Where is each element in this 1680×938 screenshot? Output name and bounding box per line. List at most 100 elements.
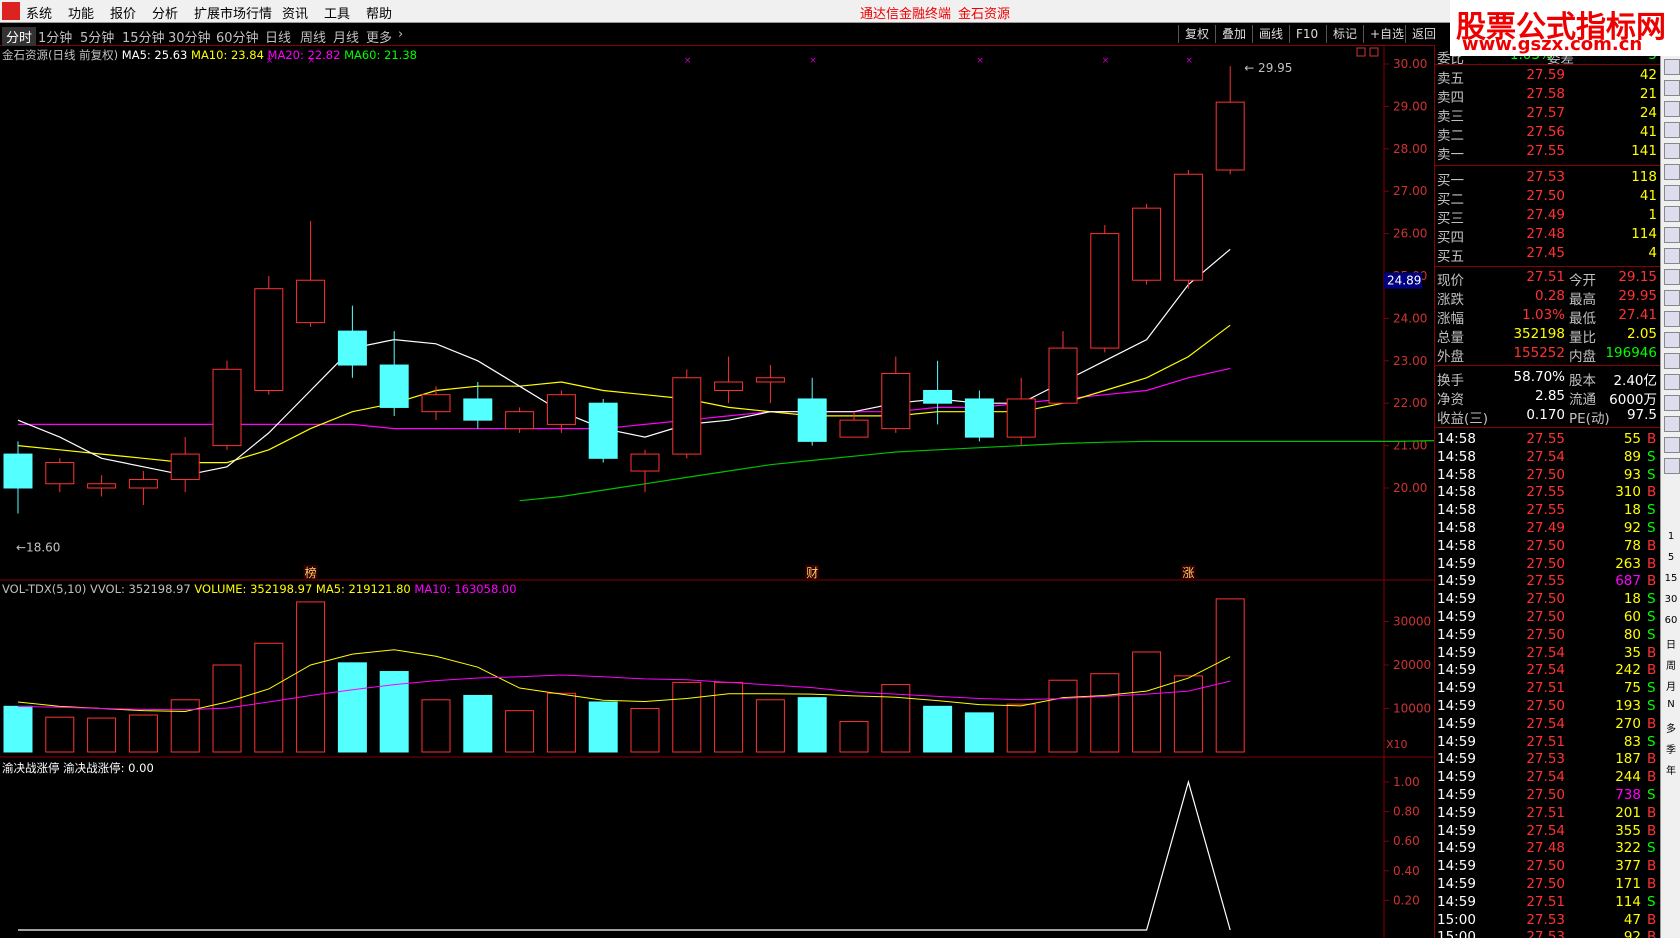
toolbar-tool-icon[interactable] [1664, 269, 1680, 285]
toolbar-tool-icon[interactable] [1664, 458, 1680, 474]
candle-body [964, 398, 994, 438]
toolbar-tool-icon[interactable] [1664, 416, 1680, 432]
toolbar-tool-icon[interactable] [1664, 395, 1680, 411]
sell-price: 27.59 [1526, 67, 1565, 83]
volume-bar [254, 642, 284, 753]
toolbar-tool-icon[interactable] [1664, 290, 1680, 306]
toolbar-tool-icon[interactable] [1664, 311, 1680, 327]
mark-button[interactable]: 标记 [1326, 25, 1363, 43]
price-tick-label: 22.00 [1393, 396, 1427, 410]
tab-5min[interactable]: 5分钟 [80, 27, 114, 46]
tick-row: 14:59 27.51 201 B [1435, 805, 1661, 823]
fund-value-2: 97.5 [1626, 407, 1657, 423]
toolbar-tool-icon[interactable] [1664, 164, 1680, 180]
tick-row: 14:59 27.54 242 B [1435, 662, 1661, 680]
tab-60min[interactable]: 60分钟 [216, 27, 259, 46]
ind-tick-label: 0.40 [1393, 864, 1420, 878]
tick-side: S [1647, 733, 1656, 750]
draw-button[interactable]: 画线 [1252, 25, 1289, 43]
f10-button[interactable]: F10 [1289, 25, 1324, 43]
tick-time: 14:59 [1437, 733, 1476, 750]
tab-30min[interactable]: 30分钟 [168, 27, 211, 46]
tick-volume: 322 [1615, 840, 1641, 857]
candle-body [254, 288, 284, 391]
toolbar-tool-icon[interactable] [1664, 353, 1680, 369]
add-watchlist-button[interactable]: +自选 [1363, 25, 1410, 43]
tick-volume: 75 [1623, 680, 1641, 697]
tab-15min[interactable]: 15分钟 [122, 27, 165, 46]
panel-divider [1435, 365, 1661, 366]
more-chevron-icon[interactable]: › [398, 27, 403, 42]
stat-value: 155252 [1513, 345, 1565, 361]
tick-volume: 18 [1623, 502, 1641, 519]
menu-help[interactable]: 帮助 [366, 3, 392, 22]
tick-time: 14:59 [1437, 698, 1476, 714]
toolbar-tool-icon[interactable] [1664, 374, 1680, 390]
ma10-line [17, 324, 1231, 464]
period-shortcut-icon[interactable]: 60 [1664, 615, 1678, 626]
toolbar-tool-icon[interactable] [1664, 437, 1680, 453]
toolbar-tool-icon[interactable] [1664, 101, 1680, 117]
period-shortcut-icon[interactable]: 季 [1664, 741, 1678, 756]
tab-weekly[interactable]: 周线 [300, 27, 326, 46]
tab-monthly[interactable]: 月线 [333, 27, 359, 46]
period-shortcut-icon[interactable]: 多 [1664, 720, 1678, 735]
vol-tick-label: 30000 [1393, 615, 1431, 629]
tick-row: 15:00 27.53 47 B [1435, 912, 1661, 930]
indicator-value: 渝决战涨停: 0.00 [63, 761, 154, 775]
tick-side: B [1647, 804, 1657, 821]
tick-row: 14:58 27.50 78 B [1435, 538, 1661, 556]
tick-time: 14:59 [1437, 769, 1476, 786]
toolbar-tool-icon[interactable] [1664, 59, 1680, 75]
menu-system[interactable]: 系统 [26, 3, 52, 22]
toolbar-tool-icon[interactable] [1664, 122, 1680, 138]
fund-value-2: 6000万 [1609, 392, 1657, 408]
tab-1min[interactable]: 1分钟 [38, 27, 72, 46]
menu-news[interactable]: 资讯 [282, 3, 308, 22]
tab-timeshare[interactable]: 分时 [2, 27, 37, 46]
tick-time: 14:58 [1437, 466, 1476, 483]
period-shortcut-icon[interactable]: 30 [1664, 594, 1678, 605]
price-tick-label: 26.00 [1393, 227, 1427, 241]
menu-function[interactable]: 功能 [68, 3, 94, 22]
tick-side: S [1647, 591, 1656, 608]
tick-price: 27.51 [1526, 804, 1565, 821]
tab-more[interactable]: 更多 [366, 27, 392, 46]
toolbar-tool-icon[interactable] [1664, 248, 1680, 264]
period-shortcut-icon[interactable]: 15 [1664, 573, 1678, 584]
kline-chart[interactable]: 30.0029.0028.0027.0026.0025.0024.0023.00… [0, 45, 1434, 938]
toolbar-tool-icon[interactable] [1664, 185, 1680, 201]
back-button[interactable]: 返回 [1405, 25, 1442, 43]
menu-ext-market[interactable]: 扩展市场行情 [194, 3, 272, 22]
top-marker-icon: × [1185, 56, 1193, 66]
toolbar-tool-icon[interactable] [1664, 332, 1680, 348]
toolbar-tool-icon[interactable] [1664, 206, 1680, 222]
period-shortcut-icon[interactable]: 月 [1664, 678, 1678, 693]
period-shortcut-icon[interactable]: N [1664, 699, 1678, 710]
period-shortcut-icon[interactable]: 5 [1664, 552, 1678, 563]
stat-value: 1.03% [1522, 307, 1565, 323]
tab-daily[interactable]: 日线 [265, 27, 291, 46]
period-shortcut-icon[interactable]: 1 [1664, 531, 1678, 542]
period-shortcut-icon[interactable]: 周 [1664, 657, 1678, 672]
menu-quote[interactable]: 报价 [110, 3, 136, 22]
adjust-button[interactable]: 复权 [1178, 25, 1215, 43]
toolbar-tool-icon[interactable] [1664, 143, 1680, 159]
period-shortcut-icon[interactable]: 年 [1664, 762, 1678, 777]
tick-row: 14:58 27.55 55 B [1435, 431, 1661, 449]
menu-tools[interactable]: 工具 [324, 3, 350, 22]
toolbar-tool-icon[interactable] [1664, 80, 1680, 96]
buy-price: 27.50 [1526, 188, 1565, 204]
price-tick-label: 24.00 [1393, 311, 1427, 325]
toolbar-tool-icon[interactable] [1664, 227, 1680, 243]
tick-volume: 83 [1623, 733, 1641, 750]
volume-bar [1173, 675, 1203, 753]
tick-row: 14:59 27.51 114 S [1435, 894, 1661, 912]
overlay-button[interactable]: 叠加 [1215, 25, 1252, 43]
tick-side: B [1647, 573, 1657, 590]
tick-volume: 35 [1623, 644, 1641, 661]
indicator-info-line: 渝决战涨停 渝决战涨停: 0.00 [2, 760, 154, 776]
menu-analysis[interactable]: 分析 [152, 3, 178, 22]
period-shortcut-icon[interactable]: 日 [1664, 636, 1678, 651]
tick-time: 14:59 [1437, 591, 1476, 608]
